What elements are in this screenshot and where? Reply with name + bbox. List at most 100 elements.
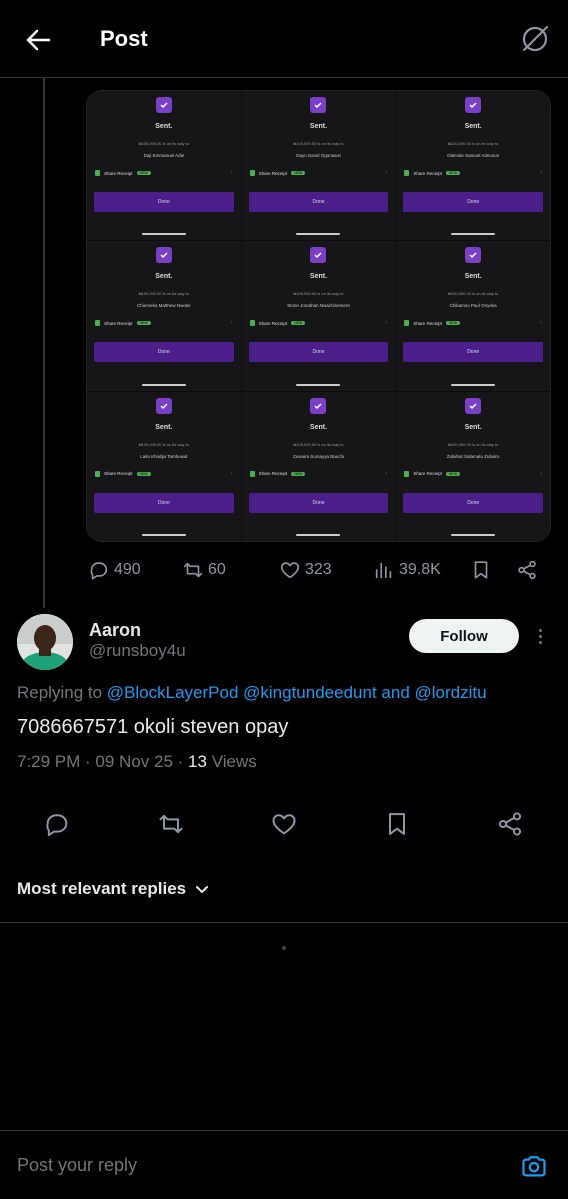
receipt-amount: ₦100,000.00 is on its way to [138,141,189,146]
new-badge: NEW [291,471,306,476]
receipt-amount: ₦100,000.00 is on its way to [448,441,499,447]
receipt-amount: ₦100,000.00 is on its way to [138,291,189,297]
checkmark-icon [310,247,327,264]
replying-prefix: Replying to [17,683,103,702]
replying-to-line: Replying to @BlockLayerPod @kingtundeedu… [17,683,487,703]
repost-button[interactable]: 60 [182,555,226,585]
post-date[interactable]: 09 Nov 25 [95,752,173,771]
follow-button[interactable]: Follow [409,619,519,653]
share-button[interactable] [516,555,538,585]
mention-link[interactable]: @kingtundeedunt [243,683,377,702]
share-receipt-label: Share Receipt [413,170,442,176]
reply-sort-dropdown[interactable]: Most relevant replies [17,879,210,899]
checkmark-icon [310,97,327,113]
back-arrow-icon[interactable] [22,24,54,56]
receipt-share-row: Share Receipt NEW › [249,470,387,478]
more-options-icon[interactable] [530,624,550,648]
receipt-tile: Sent. ₦100,000.00 is on its way to Stone J… [241,241,396,391]
home-indicator [141,233,186,236]
reply-count: 490 [114,561,141,578]
receipt-done-button: Done [403,492,543,513]
avatar[interactable] [17,614,73,670]
camera-icon[interactable] [520,1152,548,1180]
post-media-image[interactable]: Sent. ₦100,000.00 is on its way to Daji Em… [86,90,551,542]
new-badge: NEW [136,471,151,476]
views-button[interactable]: 39.8K [373,555,441,585]
receipt-done-button: Done [94,492,234,513]
home-indicator [451,533,496,536]
checkmark-icon [465,97,482,113]
bookmark-icon [474,561,488,579]
top-bar: Post [0,0,568,78]
receipt-amount: ₦100,000.00 is on its way to [293,441,344,447]
share-receipt-label: Share Receipt [413,471,442,477]
checkmark-icon [465,397,482,414]
receipt-icon [404,320,410,327]
grok-icon[interactable] [518,22,552,56]
receipt-done-button: Done [94,192,234,212]
reply-icon [90,562,108,580]
receipt-sent-label: Sent. [309,273,328,281]
heart-icon[interactable] [270,810,298,838]
receipt-share-row: Share Receipt NEW › [95,169,233,177]
like-button[interactable]: 323 [279,555,332,585]
views-label: Views [211,752,257,771]
receipt-icon [404,470,410,477]
receipt-recipient: Chiemeka Matthew Nwoke [137,303,191,309]
home-indicator [296,383,341,386]
chevron-right-icon: › [230,470,233,477]
receipt-done-button: Done [248,342,389,363]
views-chart-icon [375,562,392,579]
receipt-tile: Sent. ₦100,000.00 is on its way to Zulaiha… [396,391,550,541]
share-icon[interactable] [496,810,524,838]
receipt-recipient: Stone Jonathan Nwachinemere [287,303,350,309]
post-time[interactable]: 7:29 PM [17,752,80,771]
receipt-done-button: Done [403,192,543,212]
page-title: Post [100,26,148,51]
receipt-icon [249,320,255,327]
chevron-right-icon: › [385,170,388,176]
reply-button[interactable]: 490 [88,555,141,585]
receipt-tile: Sent. ₦100,000.00 is on its way to Daji Em… [87,91,241,241]
share-receipt-label: Share Receipt [258,320,288,326]
thread-line [43,78,45,608]
receipt-sent-label: Sent. [464,423,482,431]
receipt-amount: ₦100,000.00 is on its way to [293,141,344,146]
reply-icon[interactable] [43,810,71,838]
receipt-amount: ₦100,000.00 is on its way to [448,291,499,297]
receipt-tile: Sent. ₦100,000.00 is on its way to Chikams… [396,241,550,391]
mention-link[interactable]: @lordzitu [415,683,487,702]
sort-label: Most relevant replies [17,879,187,898]
receipt-icon [95,320,100,327]
receipt-done-button: Done [248,192,389,212]
author-handle[interactable]: @runsboy4u [89,641,186,661]
bookmark-icon[interactable] [383,810,411,838]
reply-input[interactable]: Post your reply [17,1155,137,1176]
receipt-done-button: Done [248,492,389,513]
mention-link[interactable]: @BlockLayerPod [107,683,239,702]
receipt-share-row: Share Receipt NEW › [404,470,542,478]
new-badge: NEW [291,321,306,326]
share-receipt-label: Share Receipt [104,471,133,477]
author-name[interactable]: Aaron [89,620,141,641]
receipt-tile: Sent. ₦100,000.00 is on its way to Dayo Da… [241,91,396,241]
receipt-done-button: Done [403,342,543,363]
receipt-share-row: Share Receipt NEW › [249,169,388,177]
receipt-sent-label: Sent. [309,423,328,431]
share-receipt-label: Share Receipt [104,320,133,326]
home-indicator [296,533,341,536]
receipt-share-row: Share Receipt NEW › [95,319,233,327]
divider [0,922,568,923]
reply-composer[interactable]: Post your reply [0,1130,568,1199]
chevron-right-icon: › [230,170,233,176]
bookmark-button[interactable] [470,555,492,585]
home-indicator [141,383,186,386]
receipt-icon [249,170,255,176]
new-badge: NEW [445,171,461,175]
chevron-right-icon: › [230,320,233,327]
repost-icon[interactable] [157,810,185,838]
repost-count: 60 [208,561,226,578]
chevron-down-icon [196,886,209,893]
and-word[interactable]: and [381,683,409,702]
new-badge: NEW [136,171,151,175]
